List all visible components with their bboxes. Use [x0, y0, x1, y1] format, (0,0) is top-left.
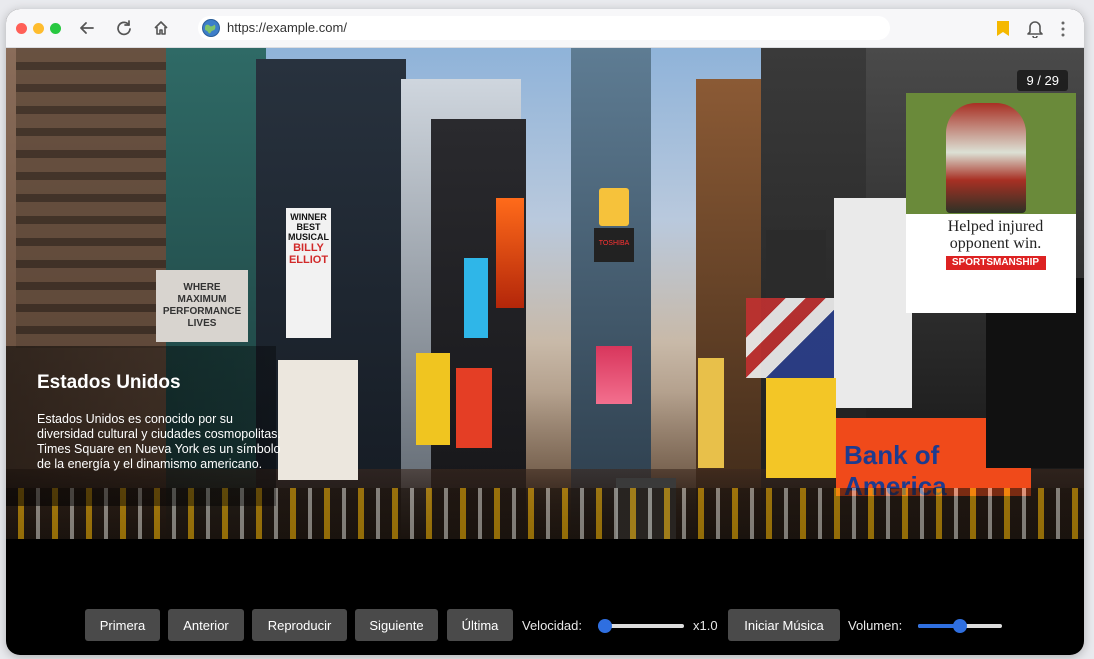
caption-text: Estados Unidos es conocido por su divers… [37, 412, 281, 471]
maximize-window-dot[interactable] [50, 23, 61, 34]
notification-bell-icon[interactable] [1026, 19, 1044, 38]
bookmark-icon[interactable] [996, 20, 1010, 37]
next-button[interactable]: Siguiente [355, 609, 438, 641]
close-window-dot[interactable] [16, 23, 27, 34]
browser-toolbar: https://example.com/ [6, 9, 1084, 48]
previous-button[interactable]: Anterior [168, 609, 244, 641]
sportsmanship-ad: Helped injured opponent win. SPORTSMANSH… [918, 218, 1073, 308]
maximum-sign: WHERE MAXIMUM PERFORMANCE LIVES [156, 270, 248, 342]
slideshow-controls: Primera Anterior Reproducir Siguiente Úl… [6, 609, 1084, 641]
browser-window: https://example.com/ WINNER BEST MUSICAL… [6, 9, 1084, 655]
volume-label: Volumen: [848, 618, 903, 633]
caption-title: Estados Unidos [37, 372, 181, 393]
volume-slider-thumb[interactable] [953, 619, 967, 633]
last-button[interactable]: Última [447, 609, 513, 641]
back-arrow-icon[interactable] [77, 18, 97, 38]
slideshow-image: WINNER BEST MUSICAL BILLY ELLIOT WHERE M… [6, 48, 1084, 539]
speed-slider[interactable] [597, 619, 684, 633]
toshiba-sign: TOSHIBA [594, 228, 634, 262]
address-bar[interactable]: https://example.com/ [198, 16, 890, 40]
reload-icon[interactable] [114, 18, 134, 38]
globe-icon [202, 19, 220, 37]
speed-label: Velocidad: [522, 618, 582, 633]
start-music-button[interactable]: Iniciar Música [728, 609, 840, 641]
speed-value: x1.0 [693, 618, 718, 633]
play-button[interactable]: Reproducir [252, 609, 347, 641]
more-menu-icon[interactable] [1060, 21, 1066, 37]
home-icon[interactable] [151, 18, 171, 38]
speed-slider-thumb[interactable] [597, 619, 612, 633]
minimize-window-dot[interactable] [33, 23, 44, 34]
volume-slider[interactable] [918, 619, 1002, 633]
winner-sign: WINNER BEST MUSICAL BILLY ELLIOT [286, 208, 331, 338]
url-text[interactable]: https://example.com/ [227, 20, 347, 36]
slide-counter: 9 / 29 [1017, 70, 1068, 91]
first-button[interactable]: Primera [85, 609, 160, 641]
